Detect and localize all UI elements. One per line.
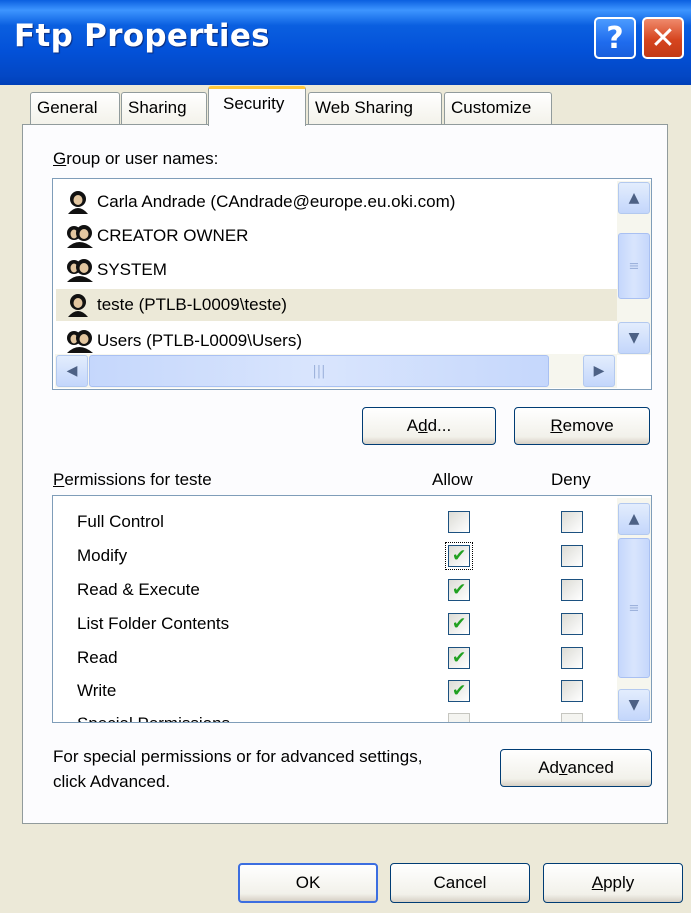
add-button[interactable]: Ad d... xyxy=(362,407,496,445)
group-user-names-label: Group or user names: xyxy=(53,149,219,168)
tab-label: General xyxy=(37,98,98,117)
group-icon xyxy=(67,330,93,353)
help-icon: ? xyxy=(606,20,624,56)
allow-read-checkbox[interactable]: ✔ xyxy=(448,647,470,669)
user-icon xyxy=(68,294,88,317)
scroll-up-button[interactable]: ▲ xyxy=(618,182,650,214)
permissions-label: Permissions for teste xyxy=(53,470,212,489)
list-item[interactable]: CREATOR OWNER xyxy=(65,220,611,252)
permission-read-execute: Read & Execute xyxy=(77,580,200,599)
list-item[interactable]: Carla Andrade (CAndrade@europe.eu.oki.co… xyxy=(65,186,611,218)
checkmark-icon: ✔ xyxy=(452,648,467,668)
deny-column-header: Deny xyxy=(551,470,591,489)
title-bar[interactable]: Ftp Properties ? ✕ xyxy=(0,0,691,85)
checkmark-icon: ✔ xyxy=(452,681,467,701)
hscroll-thumb[interactable]: ||| xyxy=(89,355,549,387)
permission-full-control: Full Control xyxy=(77,512,164,531)
deny-read-execute-checkbox[interactable] xyxy=(561,579,583,601)
permission-write: Write xyxy=(77,681,117,700)
close-icon: ✕ xyxy=(650,20,676,56)
deny-modify-checkbox[interactable] xyxy=(561,545,583,567)
checkmark-icon: ✔ xyxy=(452,614,467,634)
group-icon xyxy=(67,225,93,248)
tab-label: Security xyxy=(223,94,285,113)
checkmark-icon: ✔ xyxy=(452,580,467,600)
advanced-button[interactable]: Ad v anced xyxy=(500,749,652,787)
scroll-left-button[interactable]: ◀ xyxy=(56,355,88,387)
allow-list-folder-contents-checkbox[interactable]: ✔ xyxy=(448,613,470,635)
permissions-vscrollbar[interactable]: ▲ ≡ ▼ xyxy=(617,498,651,721)
chevron-right-icon: ▶ xyxy=(593,363,605,379)
scroll-up-button[interactable]: ▲ xyxy=(618,503,650,535)
tab-security[interactable]: Security xyxy=(208,86,306,126)
permission-special: Special Permissions xyxy=(77,714,230,722)
permission-read: Read xyxy=(77,648,118,667)
allow-read-execute-checkbox[interactable]: ✔ xyxy=(448,579,470,601)
scroll-thumb[interactable]: ≡ xyxy=(618,233,650,299)
list-item[interactable]: SYSTEM xyxy=(65,254,611,286)
checkmark-icon: ✔ xyxy=(452,546,467,566)
ok-button[interactable]: OK xyxy=(238,863,378,903)
scroll-down-button[interactable]: ▼ xyxy=(618,322,650,354)
tab-sharing[interactable]: Sharing xyxy=(121,92,207,124)
advanced-note-line2: click Advanced. xyxy=(53,772,171,791)
chevron-left-icon: ◀ xyxy=(66,363,78,379)
remove-button[interactable]: Remove xyxy=(514,407,650,445)
permissions-list[interactable]: Full Control Modify Read & Execute List … xyxy=(52,495,652,723)
deny-write-checkbox[interactable] xyxy=(561,680,583,702)
deny-special-permissions-checkbox xyxy=(561,713,583,722)
permission-modify: Modify xyxy=(77,546,128,565)
allow-full-control-checkbox[interactable] xyxy=(448,511,470,533)
tab-label: Sharing xyxy=(128,98,187,117)
permission-list-folder-contents: List Folder Contents xyxy=(77,614,230,633)
chevron-up-icon: ▲ xyxy=(628,511,640,527)
group-icon xyxy=(67,259,93,282)
chevron-down-icon: ▼ xyxy=(628,330,640,346)
chevron-down-icon: ▼ xyxy=(628,697,640,713)
tab-label: Customize xyxy=(451,98,532,117)
advanced-note-line1: For special permissions or for advanced … xyxy=(53,747,423,766)
apply-button[interactable]: Apply xyxy=(543,863,683,903)
deny-read-checkbox[interactable] xyxy=(561,647,583,669)
scroll-down-button[interactable]: ▼ xyxy=(618,689,650,721)
allow-modify-checkbox[interactable]: ✔ xyxy=(445,542,473,570)
user-list[interactable]: Carla Andrade (CAndrade@europe.eu.oki.co… xyxy=(52,178,652,390)
tab-customize[interactable]: Customize xyxy=(444,92,552,124)
allow-write-checkbox[interactable]: ✔ xyxy=(448,680,470,702)
tab-web-sharing[interactable]: Web Sharing xyxy=(308,92,442,124)
allow-column-header: Allow xyxy=(432,470,473,489)
user-icon xyxy=(68,191,88,214)
help-button[interactable]: ? xyxy=(594,17,636,59)
list-item[interactable]: Users (PTLB-L0009\Users) xyxy=(65,325,611,357)
chevron-up-icon: ▲ xyxy=(628,190,640,206)
close-button[interactable]: ✕ xyxy=(642,17,684,59)
cancel-button[interactable]: Cancel xyxy=(390,863,530,903)
deny-list-folder-contents-checkbox[interactable] xyxy=(561,613,583,635)
user-list-vscrollbar[interactable]: ▲ ≡ ▼ xyxy=(617,181,651,355)
properties-dialog: Ftp Properties ? ✕ General Sharing Secur… xyxy=(0,0,691,913)
user-list-hscrollbar[interactable]: ◀ ||| ▶ xyxy=(55,354,617,388)
window-title: Ftp Properties xyxy=(14,18,270,54)
list-item-selected[interactable]: teste (PTLB-L0009\teste) xyxy=(56,289,620,321)
tab-label: Web Sharing xyxy=(315,98,413,117)
allow-special-permissions-checkbox xyxy=(448,713,470,722)
tab-general[interactable]: General xyxy=(30,92,120,124)
scroll-right-button[interactable]: ▶ xyxy=(583,355,615,387)
scroll-thumb[interactable]: ≡ xyxy=(618,538,650,678)
deny-full-control-checkbox[interactable] xyxy=(561,511,583,533)
